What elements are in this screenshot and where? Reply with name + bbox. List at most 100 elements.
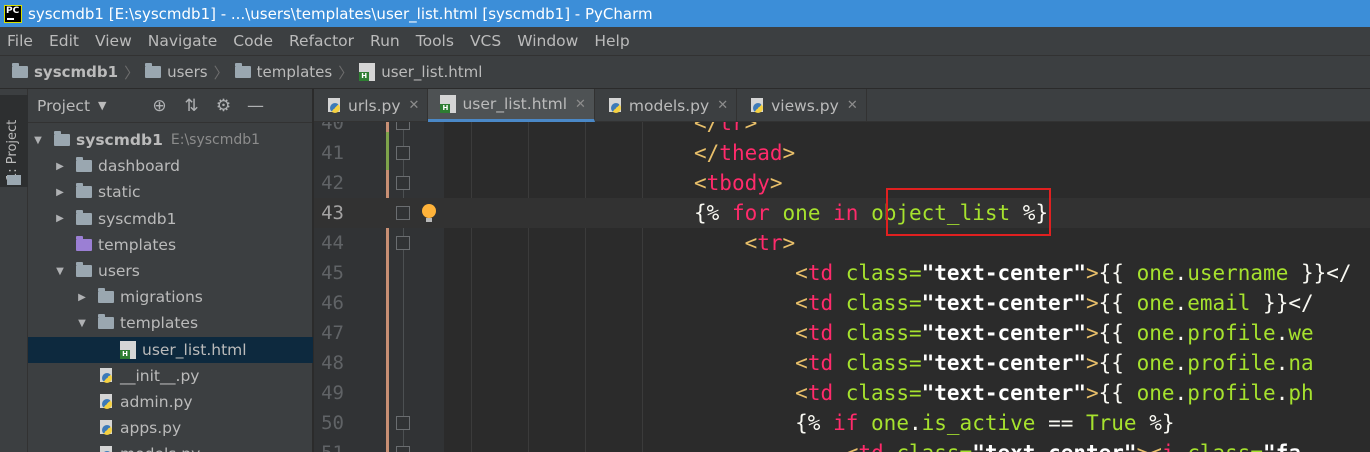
tab-urls-py[interactable]: urls.py ✕ <box>314 89 429 122</box>
code-line[interactable]: 49 <td class="text-center">{{ one.profil… <box>314 378 1370 408</box>
fold-marker-icon[interactable] <box>396 122 410 130</box>
code-line[interactable]: 40 </tr> <box>314 122 1370 138</box>
expand-right-icon[interactable]: ▶ <box>76 292 88 303</box>
tree-item[interactable]: ▶ static <box>28 179 313 205</box>
tree-item[interactable]: admin.py <box>28 389 313 415</box>
tree-item[interactable]: ▼ templates <box>28 310 313 336</box>
expand-right-icon[interactable]: ▶ <box>54 213 66 224</box>
tree-item[interactable]: models.py <box>28 441 313 452</box>
code-token: </ <box>694 141 720 165</box>
tab-user-list-html[interactable]: user_list.html ✕ <box>428 89 595 122</box>
breadcrumb-item-users[interactable]: users 〉 <box>145 62 235 83</box>
hide-icon[interactable]: — <box>247 96 265 116</box>
menu-file[interactable]: File <box>7 32 33 50</box>
tree-item[interactable]: __init__.py <box>28 363 313 389</box>
code-line[interactable]: 43 {% for one in object_list %} <box>314 198 1370 228</box>
code-token: is_active <box>921 411 1036 435</box>
code-editor[interactable]: 40 </tr> 41 </thead> 42 <tbody> 43 {% for one i… <box>314 122 1370 452</box>
tree-item[interactable]: ▶ syscmdb1 <box>28 206 313 232</box>
expand-down-icon[interactable]: ▼ <box>32 135 44 146</box>
menu-view[interactable]: View <box>95 32 132 50</box>
code-token: {% <box>694 411 834 435</box>
breadcrumb-item-project[interactable]: syscmdb1 〉 <box>12 62 145 83</box>
tab-label: models.py <box>628 96 710 115</box>
code-line[interactable]: 45 <td class="text-center">{{ one.userna… <box>314 258 1370 288</box>
expand-down-icon[interactable]: ▼ <box>54 266 66 277</box>
code-line[interactable]: 47 <td class="text-center">{{ one.profil… <box>314 318 1370 348</box>
tool-window-stripe: 1: Project <box>0 89 28 452</box>
collapse-all-icon[interactable]: ⇅ <box>183 96 201 116</box>
tree-item[interactable]: ▶ dashboard <box>28 153 313 179</box>
code-token: . <box>908 411 922 435</box>
locate-icon[interactable]: ⊕ <box>151 96 169 116</box>
menu-run[interactable]: Run <box>370 32 400 50</box>
tree-item-path: E:\syscmdb1 <box>170 132 261 148</box>
code-token: "text-center" <box>921 261 1086 285</box>
code-token: == <box>1035 411 1086 435</box>
code-token: . <box>1174 321 1188 345</box>
code-line[interactable]: 44 <tr> <box>314 228 1370 258</box>
menu-code[interactable]: Code <box>233 32 273 50</box>
pycharm-logo-icon: PC <box>4 4 22 23</box>
tree-item[interactable]: ▶ migrations <box>28 284 313 310</box>
code-token: td <box>807 351 834 375</box>
project-view-selector[interactable]: Project <box>37 97 90 115</box>
menu-edit[interactable]: Edit <box>49 32 79 50</box>
code-token: "text-center" <box>921 291 1086 315</box>
code-token: td <box>807 291 834 315</box>
gear-icon[interactable]: ⚙ <box>215 96 233 116</box>
menu-vcs[interactable]: VCS <box>470 32 501 50</box>
menu-refactor[interactable]: Refactor <box>289 32 354 50</box>
code-line[interactable]: 41 </thead> <box>314 138 1370 168</box>
expand-right-icon[interactable]: ▶ <box>54 187 66 198</box>
tree-item[interactable]: ▼ syscmdb1 E:\syscmdb1 <box>28 127 313 153</box>
breadcrumb-item-templates[interactable]: templates 〉 <box>234 62 360 83</box>
tree-item[interactable]: ▼ users <box>28 258 313 284</box>
tree-item[interactable]: apps.py <box>28 415 313 441</box>
fold-marker-icon[interactable] <box>396 206 410 220</box>
folder-icon <box>76 157 92 173</box>
menu-help[interactable]: Help <box>594 32 629 50</box>
expand-down-icon[interactable]: ▼ <box>76 318 88 329</box>
code-line[interactable]: 48 <td class="text-center">{{ one.profil… <box>314 348 1370 378</box>
tree-item-label: apps.py <box>120 419 182 438</box>
code-token: {{ <box>1098 291 1137 315</box>
code-token: > <box>1137 441 1150 452</box>
line-number: 49 <box>321 382 344 404</box>
fold-marker-icon[interactable] <box>396 236 410 250</box>
code-token: . <box>1174 291 1188 315</box>
close-icon[interactable]: ✕ <box>575 97 586 112</box>
breadcrumb-item-file[interactable]: user_list.html <box>359 63 482 81</box>
tree-item[interactable]: templates <box>28 232 313 258</box>
code-line[interactable]: 42 <tbody> <box>314 168 1370 198</box>
close-icon[interactable]: ✕ <box>847 98 858 113</box>
project-tool-button[interactable]: 1: Project <box>0 95 28 187</box>
close-icon[interactable]: ✕ <box>409 98 420 113</box>
tab-models-py[interactable]: models.py ✕ <box>595 89 738 122</box>
template-folder-icon <box>76 235 92 251</box>
code-line[interactable]: 51 <td class="text-center"><i class="fa <box>314 438 1370 452</box>
code-line[interactable]: 46 <td class="text-center">{{ one.email … <box>314 288 1370 318</box>
code-token: > <box>782 231 796 255</box>
chevron-down-icon[interactable]: ▼ <box>98 99 106 112</box>
fold-marker-icon[interactable] <box>396 176 410 190</box>
code-line[interactable]: 50 {% if one.is_active == True %} <box>314 408 1370 438</box>
code-token: thead <box>719 141 783 165</box>
expand-right-icon[interactable]: ▶ <box>54 161 66 172</box>
code-token: > <box>769 171 783 195</box>
lightbulb-icon[interactable] <box>422 204 436 222</box>
tree-item[interactable]: user_list.html <box>28 336 313 363</box>
fold-marker-icon[interactable] <box>396 446 410 452</box>
tab-views-py[interactable]: views.py ✕ <box>737 89 867 122</box>
fold-marker-icon[interactable] <box>396 146 410 160</box>
fold-marker-icon[interactable] <box>396 416 410 430</box>
code-token: one <box>1136 351 1175 375</box>
menu-tools[interactable]: Tools <box>416 32 454 50</box>
close-icon[interactable]: ✕ <box>717 98 728 113</box>
menu-window[interactable]: Window <box>517 32 578 50</box>
menu-navigate[interactable]: Navigate <box>148 32 218 50</box>
folder-icon <box>145 63 162 78</box>
